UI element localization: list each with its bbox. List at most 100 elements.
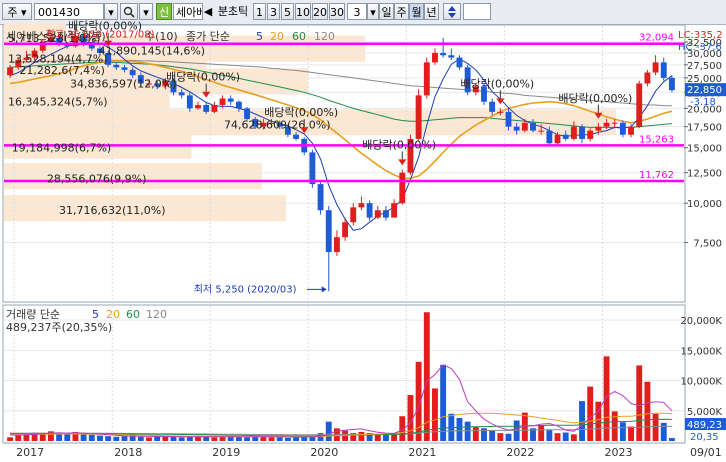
legend-ma20: 20 bbox=[270, 30, 284, 43]
horizontal-line-label: 15,263 bbox=[639, 134, 674, 145]
volume-bar bbox=[652, 413, 659, 441]
volume-y-axis: 5,000K 10,000K 15,000K 20,000K bbox=[680, 316, 722, 418]
volume-bar bbox=[178, 437, 185, 441]
candle-body bbox=[660, 62, 667, 78]
candle-body bbox=[342, 222, 349, 238]
candle-body bbox=[611, 122, 618, 124]
candle-body bbox=[587, 130, 594, 139]
volume-bar bbox=[284, 437, 291, 441]
volume-bar bbox=[668, 438, 675, 441]
candle-body bbox=[570, 126, 577, 139]
volume-profile-label: 16,345,324(5,7%) bbox=[8, 96, 108, 109]
x-tick-label: 2023 bbox=[604, 446, 632, 459]
volume-bar bbox=[611, 411, 618, 441]
x-tick-label: 2020 bbox=[310, 446, 338, 459]
volume-tick-label: 10,000K bbox=[680, 377, 722, 388]
candle-body bbox=[374, 210, 381, 218]
candle-body bbox=[603, 122, 610, 127]
volume-legend-ma60: 60 bbox=[126, 308, 140, 321]
candle-body bbox=[579, 126, 585, 139]
volume-bar bbox=[505, 433, 512, 441]
candle-body bbox=[186, 95, 193, 109]
volume-bar bbox=[15, 435, 22, 441]
volume-bar bbox=[268, 437, 275, 441]
volume-bar bbox=[211, 437, 218, 441]
volume-bar bbox=[497, 433, 504, 441]
volume-bar bbox=[170, 436, 177, 441]
volume-bar bbox=[137, 436, 144, 441]
volume-bar bbox=[235, 436, 242, 441]
x-tick-label: 2019 bbox=[212, 446, 240, 459]
volume-bar bbox=[587, 386, 594, 441]
volume-bar bbox=[7, 437, 14, 441]
price-tick-label: 12,500 bbox=[687, 169, 722, 180]
dividend-label: 배당락(0,00%) bbox=[166, 71, 240, 84]
candle-body bbox=[129, 69, 136, 76]
current-price-marker: 22,850 -3.18 489,23 20,35 bbox=[685, 83, 726, 443]
candle-body bbox=[521, 122, 528, 131]
volume-bar bbox=[121, 436, 128, 441]
candle-body bbox=[391, 203, 398, 218]
volume-bar bbox=[219, 436, 226, 441]
volume-bar bbox=[146, 437, 152, 441]
legend-ma-label: 종가 단순 bbox=[186, 30, 230, 43]
candle-body bbox=[505, 111, 512, 127]
volume-profile-label: 41,890,145(14,6%) bbox=[99, 45, 206, 58]
volume-profile-label: 34,836,597(12,0%) bbox=[70, 77, 177, 90]
volume-profile-label: 28,556,076(9,9%) bbox=[47, 172, 147, 185]
candle-body bbox=[595, 126, 602, 131]
candle-body bbox=[350, 207, 357, 223]
candle-body bbox=[628, 126, 635, 135]
candle-body bbox=[358, 203, 365, 208]
candle-body bbox=[235, 101, 242, 109]
candle-body bbox=[219, 98, 226, 106]
x-axis: 2017 2018 2019 2020 2021 2022 2023 09/01 bbox=[16, 446, 722, 459]
highest-label: 최고 36,650 (2017/08) bbox=[45, 29, 154, 41]
dividend-label: 배당락(0,00%) bbox=[460, 77, 534, 90]
volume-bar bbox=[619, 422, 626, 441]
candle-body bbox=[562, 134, 569, 139]
volume-bar bbox=[562, 432, 569, 441]
legend-ma120: 120 bbox=[314, 30, 335, 43]
candle-body bbox=[382, 210, 389, 218]
x-tick-label-end: 09/01 bbox=[690, 446, 722, 459]
price-y-axis: 7,50010,00012,50015,00017,50020,00022,50… bbox=[684, 38, 722, 250]
volume-bar bbox=[472, 427, 479, 441]
volume-bar bbox=[570, 434, 577, 441]
candle-body bbox=[448, 55, 455, 58]
candle-body bbox=[644, 72, 651, 84]
price-tick-label: 27,500 bbox=[687, 61, 722, 72]
corner-hc-label: HC:-37,6 bbox=[678, 42, 722, 53]
horizontal-line-label: 11,762 bbox=[639, 170, 674, 181]
volume-bar bbox=[105, 436, 112, 441]
volume-bar bbox=[23, 434, 30, 441]
x-tick-label: 2017 bbox=[16, 446, 44, 459]
volume-bar bbox=[660, 422, 667, 441]
current-volume-label: 489,23 bbox=[687, 420, 722, 431]
candle-body bbox=[178, 92, 185, 96]
candle-body bbox=[456, 57, 463, 68]
volume-profile-label: 21,282,6(7,4%) bbox=[19, 64, 105, 77]
candle-body bbox=[399, 172, 406, 204]
candle-body bbox=[497, 111, 504, 113]
volume-bar bbox=[440, 364, 447, 441]
candle-body bbox=[440, 52, 447, 56]
volume-bar bbox=[579, 401, 585, 441]
legend-ma60: 60 bbox=[292, 30, 306, 43]
volume-bar bbox=[358, 431, 365, 441]
candle-body bbox=[211, 105, 218, 112]
legend-ma5: 5 bbox=[256, 30, 263, 43]
volume-legend-ma20: 20 bbox=[106, 308, 120, 321]
candle-body bbox=[530, 122, 536, 131]
corner-lc-label: LC:335,2 bbox=[678, 30, 723, 41]
volume-bar bbox=[382, 434, 389, 441]
volume-bar bbox=[489, 430, 496, 441]
candle-body bbox=[325, 210, 332, 252]
volume-bar bbox=[260, 436, 267, 441]
x-tick-label: 2022 bbox=[506, 446, 534, 459]
volume-bar bbox=[538, 425, 545, 441]
volume-bar bbox=[432, 388, 438, 441]
dividend-label: 배당락(0,00%) bbox=[264, 106, 338, 119]
candle-body bbox=[554, 134, 561, 144]
volume-info: 489,237주(20,35%) bbox=[6, 321, 112, 334]
